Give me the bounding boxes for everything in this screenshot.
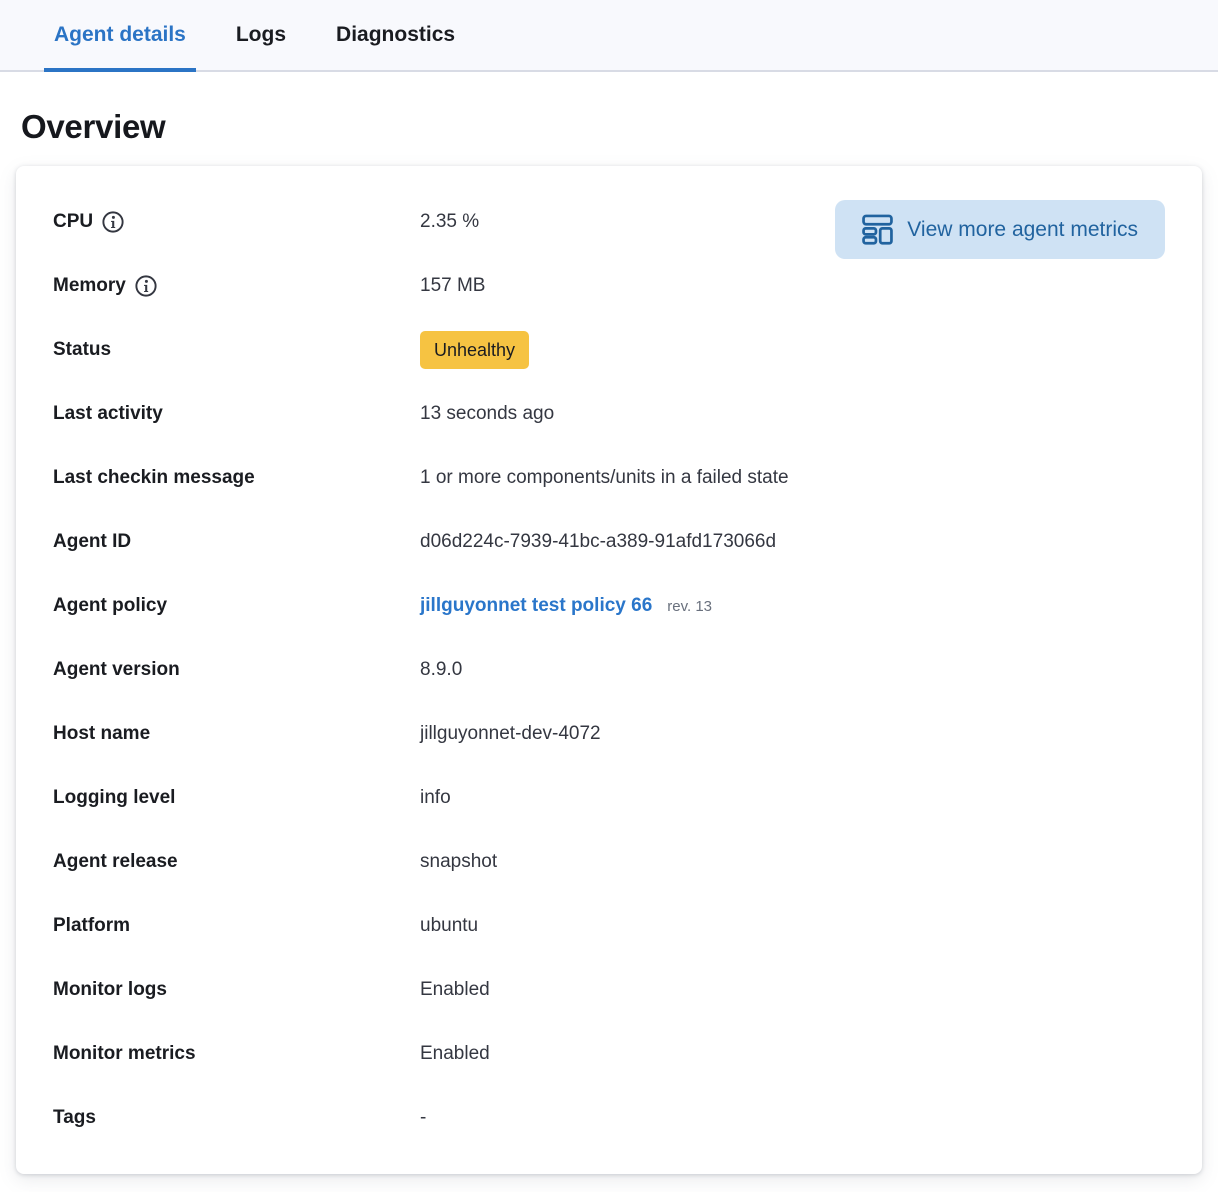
tab-diagnostics[interactable]: Diagnostics (326, 0, 465, 70)
row-label-text: Memory (53, 275, 126, 297)
overview-row: Host name jillguyonnet-dev-4072 (53, 702, 1165, 766)
overview-row: Agent ID d06d224c-7939-41bc-a389-91afd173… (53, 510, 1165, 574)
row-label-text: Monitor metrics (53, 1043, 196, 1065)
row-label-text: Host name (53, 723, 150, 745)
row-value: jillguyonnet test policy 66 rev. 13 (420, 595, 712, 617)
view-more-agent-metrics-button[interactable]: View more agent metrics (835, 200, 1165, 259)
overview-row: Logging level info (53, 766, 1165, 830)
status-badge: Unhealthy (420, 331, 529, 369)
row-value: d06d224c-7939-41bc-a389-91afd173066d (420, 531, 776, 553)
row-value: Enabled (420, 1043, 490, 1065)
row-value: Unhealthy (420, 331, 529, 369)
row-label: CPU (53, 211, 420, 233)
row-value: ubuntu (420, 915, 478, 937)
row-label-text: Logging level (53, 787, 175, 809)
row-label-text: Monitor logs (53, 979, 167, 1001)
row-label: Logging level (53, 787, 420, 809)
overview-row: Monitor logs Enabled (53, 958, 1165, 1022)
overview-row: Monitor metrics Enabled (53, 1022, 1165, 1086)
row-value: info (420, 787, 451, 809)
overview-row: Agent version 8.9.0 (53, 638, 1165, 702)
row-label: Tags (53, 1107, 420, 1129)
row-label-text: Tags (53, 1107, 96, 1129)
row-label: Memory (53, 275, 420, 297)
row-value: Enabled (420, 979, 490, 1001)
row-label-text: Agent ID (53, 531, 131, 553)
row-label-text: Last checkin message (53, 467, 255, 489)
row-value: 2.35 % (420, 211, 479, 233)
row-label-text: CPU (53, 211, 93, 233)
dashboard-icon (862, 214, 893, 245)
row-label: Agent ID (53, 531, 420, 553)
info-icon[interactable] (102, 211, 124, 233)
overview-row: Platform ubuntu (53, 894, 1165, 958)
row-label: Last checkin message (53, 467, 420, 489)
policy-revision: rev. 13 (667, 598, 712, 615)
overview-row: Agent policy jillguyonnet test policy 66 r… (53, 574, 1165, 638)
row-label: Platform (53, 915, 420, 937)
row-label-text: Status (53, 339, 111, 361)
overview-row: Status Unhealthy (53, 318, 1165, 382)
info-icon[interactable] (135, 275, 157, 297)
agent-policy-link[interactable]: jillguyonnet test policy 66 (420, 595, 652, 617)
row-label: Last activity (53, 403, 420, 425)
row-label: Status (53, 339, 420, 361)
overview-list: CPU 2.35 % Memory 157 MB Status Unhealthy La… (53, 190, 1165, 1150)
row-label-text: Agent policy (53, 595, 167, 617)
row-label-text: Last activity (53, 403, 163, 425)
row-value: snapshot (420, 851, 497, 873)
row-label-text: Agent release (53, 851, 178, 873)
row-value: - (420, 1107, 426, 1129)
row-value: 157 MB (420, 275, 485, 297)
tab-logs[interactable]: Logs (226, 0, 296, 70)
view-more-agent-metrics-label: View more agent metrics (907, 218, 1138, 242)
page-title: Overview (21, 108, 1218, 146)
overview-row: Last activity 13 seconds ago (53, 382, 1165, 446)
tab-agent-details[interactable]: Agent details (44, 0, 196, 70)
overview-row: Memory 157 MB (53, 254, 1165, 318)
row-value: 13 seconds ago (420, 403, 554, 425)
row-label: Monitor logs (53, 979, 420, 1001)
overview-panel: View more agent metrics CPU 2.35 % Memory… (16, 166, 1202, 1174)
row-value: 8.9.0 (420, 659, 462, 681)
row-label-text: Platform (53, 915, 130, 937)
row-value: 1 or more components/units in a failed s… (420, 467, 789, 489)
row-label: Monitor metrics (53, 1043, 420, 1065)
row-label: Agent policy (53, 595, 420, 617)
row-label: Agent release (53, 851, 420, 873)
row-label-text: Agent version (53, 659, 180, 681)
row-value: jillguyonnet-dev-4072 (420, 723, 601, 745)
row-label: Agent version (53, 659, 420, 681)
overview-row: Tags - (53, 1086, 1165, 1150)
tab-bar: Agent details Logs Diagnostics (0, 0, 1218, 72)
overview-row: Agent release snapshot (53, 830, 1165, 894)
overview-row: Last checkin message 1 or more components… (53, 446, 1165, 510)
row-label: Host name (53, 723, 420, 745)
